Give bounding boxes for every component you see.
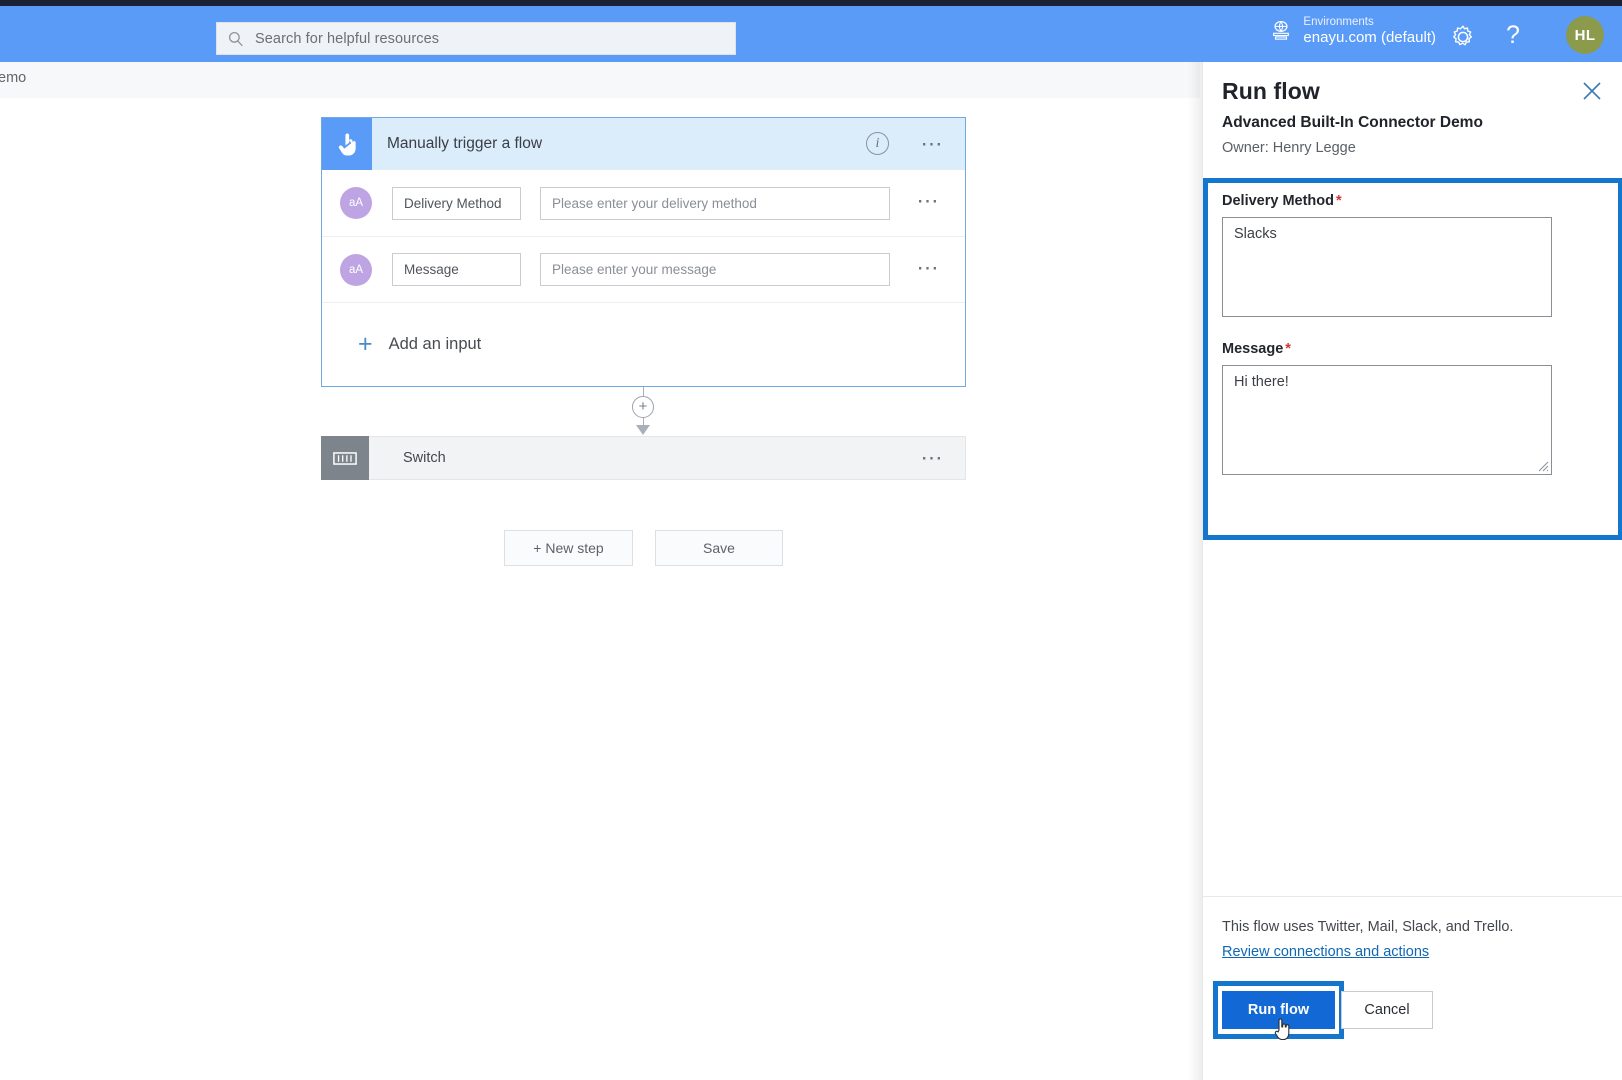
breadcrumb[interactable]: emo xyxy=(0,70,26,86)
environment-label: Environments xyxy=(1303,16,1374,28)
input-menu-ellipsis-icon[interactable]: ⋯ xyxy=(917,257,942,279)
add-an-input-button[interactable]: + Add an input xyxy=(322,302,965,386)
input-name-field[interactable]: Message xyxy=(392,253,521,286)
flow-owner: Owner: Henry Legge xyxy=(1222,140,1356,156)
gear-icon[interactable] xyxy=(1450,24,1476,50)
page-title: Run flow xyxy=(1222,78,1320,104)
text-input-type-icon: aA xyxy=(340,253,372,286)
delivery-method-value: Slacks xyxy=(1234,226,1277,242)
delivery-method-label-text: Delivery Method xyxy=(1222,193,1334,209)
message-input[interactable]: Hi there! xyxy=(1222,365,1552,475)
flow-name: Advanced Built-In Connector Demo xyxy=(1222,114,1483,131)
breadcrumb-bar xyxy=(0,62,1200,98)
search-box[interactable]: Search for helpful resources xyxy=(216,22,736,55)
environment-picker[interactable]: Environments enayu.com (default) xyxy=(1270,16,1436,46)
search-input-placeholder: Search for helpful resources xyxy=(255,30,440,47)
new-step-button[interactable]: + New step xyxy=(504,530,633,566)
message-label: Message * xyxy=(1222,341,1291,357)
switch-menu-ellipsis-icon[interactable]: ⋯ xyxy=(921,447,946,469)
environment-value: enayu.com (default) xyxy=(1303,29,1436,47)
switch-action-title: Switch xyxy=(403,450,446,466)
panel-divider xyxy=(1203,896,1622,897)
trigger-menu-ellipsis-icon[interactable]: ⋯ xyxy=(921,133,946,155)
delivery-method-label: Delivery Method * xyxy=(1222,193,1342,209)
resize-grip-icon[interactable] xyxy=(1538,461,1549,472)
connections-note: This flow uses Twitter, Mail, Slack, and… xyxy=(1222,919,1514,935)
input-name-field[interactable]: Delivery Method xyxy=(392,186,521,220)
input-value-field[interactable]: Please enter your message xyxy=(540,253,890,286)
environment-globe-icon xyxy=(1273,21,1290,40)
switch-action-card[interactable]: Switch ⋯ xyxy=(321,436,966,480)
touch-hand-icon xyxy=(322,118,372,170)
delivery-method-input[interactable]: Slacks xyxy=(1222,217,1552,317)
panel-shadow xyxy=(1188,62,1202,1080)
trigger-card[interactable]: Manually trigger a flow i ⋯ aA Delivery … xyxy=(321,117,966,387)
plus-circle-icon[interactable]: + xyxy=(632,396,654,418)
trigger-card-header[interactable]: Manually trigger a flow i ⋯ xyxy=(322,118,965,170)
input-value-field[interactable]: Please enter your delivery method xyxy=(540,186,890,220)
trigger-input-row[interactable]: aA Delivery Method Please enter your del… xyxy=(322,170,965,236)
required-asterisk: * xyxy=(1336,193,1342,209)
cancel-button[interactable]: Cancel xyxy=(1341,991,1433,1029)
save-button[interactable]: Save xyxy=(655,530,783,566)
run-flow-panel: Run flow Advanced Built-In Connector Dem… xyxy=(1202,62,1622,1080)
trigger-input-row[interactable]: aA Message Please enter your message ⋯ xyxy=(322,236,965,302)
switch-case-icon xyxy=(321,436,369,480)
top-command-bar: Search for helpful resources Environment… xyxy=(0,6,1622,62)
arrow-down-icon xyxy=(636,425,650,435)
run-flow-inputs-highlight: Delivery Method * Slacks Message * Hi ther… xyxy=(1203,178,1622,540)
add-an-input-label: Add an input xyxy=(388,335,482,353)
input-menu-ellipsis-icon[interactable]: ⋯ xyxy=(917,190,942,212)
question-mark-icon[interactable]: ? xyxy=(1500,20,1526,52)
message-label-text: Message xyxy=(1222,341,1284,357)
required-asterisk: * xyxy=(1285,341,1291,357)
review-connections-link[interactable]: Review connections and actions xyxy=(1222,944,1429,960)
close-x-icon[interactable] xyxy=(1581,80,1603,102)
search-icon xyxy=(228,31,243,46)
text-input-type-icon: aA xyxy=(340,187,372,219)
avatar[interactable]: HL xyxy=(1566,16,1604,54)
info-circle-icon[interactable]: i xyxy=(866,132,889,155)
message-value: Hi there! xyxy=(1234,374,1289,390)
mouse-cursor-hand-icon xyxy=(1274,1018,1290,1041)
plus-icon: + xyxy=(358,330,373,358)
trigger-title: Manually trigger a flow xyxy=(387,135,543,152)
